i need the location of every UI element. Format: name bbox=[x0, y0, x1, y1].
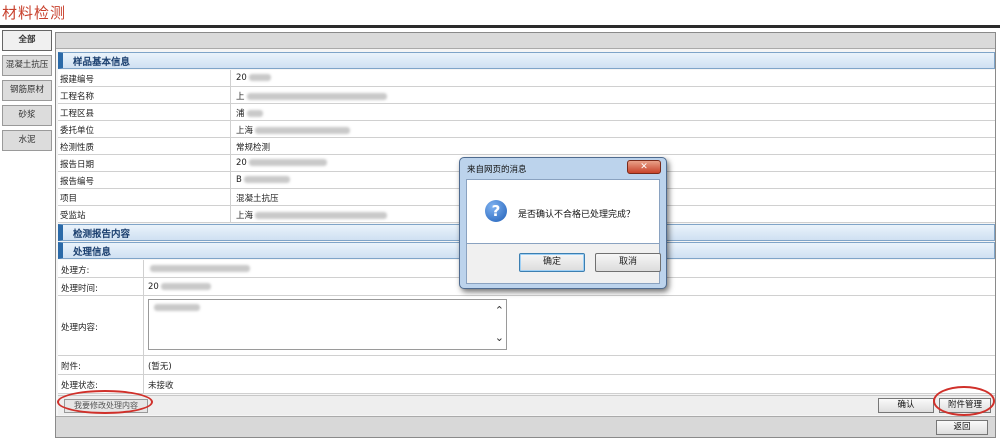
section-report-content-title: 检测报告内容 bbox=[73, 229, 131, 240]
status-label: 处理状态: bbox=[61, 381, 98, 391]
info-value: B bbox=[236, 175, 242, 185]
info-label: 受监站 bbox=[60, 211, 86, 221]
attachment-manage-button[interactable]: 附件管理 bbox=[939, 398, 991, 413]
handler-label: 处理方: bbox=[61, 266, 90, 276]
info-value: 上海 bbox=[236, 211, 254, 221]
process-row-status: 处理状态: 未接收 bbox=[58, 375, 995, 394]
time-label: 处理时间: bbox=[61, 284, 98, 294]
info-label: 报告日期 bbox=[60, 160, 95, 170]
info-value: 浦 bbox=[236, 109, 245, 119]
info-value: 上 bbox=[236, 92, 245, 102]
info-label: 检测性质 bbox=[60, 143, 95, 153]
info-label: 报告编号 bbox=[60, 177, 95, 187]
info-label: 委托单位 bbox=[60, 126, 95, 136]
section-basic-info-title: 样品基本信息 bbox=[73, 57, 131, 68]
chevron-up-icon[interactable]: ⌃ bbox=[495, 305, 504, 316]
handler-value bbox=[148, 264, 250, 274]
tab-all[interactable]: 全部 bbox=[2, 30, 52, 51]
attachment-label: 附件: bbox=[61, 362, 81, 372]
close-icon[interactable]: ✕ bbox=[627, 160, 661, 174]
confirm-dialog: 来自网页的消息 ✕ ? 是否确认不合格已处理完成？ 确定 取消 bbox=[459, 157, 667, 289]
info-row-client: 委托单位 上海 bbox=[58, 121, 995, 138]
question-icon: ? bbox=[485, 200, 507, 222]
dialog-cancel-button[interactable]: 取消 bbox=[595, 253, 661, 272]
info-row-project-name: 工程名称 上 bbox=[58, 87, 995, 104]
info-row-district: 工程区县 浦 bbox=[58, 104, 995, 121]
tab-concrete-compression[interactable]: 混凝土抗压 bbox=[2, 55, 52, 76]
modify-content-button[interactable]: 我要修改处理内容 bbox=[64, 399, 148, 413]
header-divider bbox=[0, 25, 1000, 28]
dialog-message: 是否确认不合格已处理完成？ bbox=[518, 210, 636, 220]
chevron-down-icon[interactable]: ⌄ bbox=[495, 332, 504, 343]
info-label: 工程区县 bbox=[60, 109, 95, 119]
section-process-info-title: 处理信息 bbox=[73, 247, 112, 258]
process-row-attachment: 附件: (暂无) bbox=[58, 356, 995, 375]
info-label: 工程名称 bbox=[60, 92, 95, 102]
dialog-title: 来自网页的消息 bbox=[467, 165, 527, 175]
dialog-footer: 确定 取消 bbox=[466, 244, 661, 284]
app-title: 材料检测 bbox=[2, 4, 67, 22]
panel-toolbar bbox=[56, 33, 995, 49]
info-value: 20 bbox=[236, 158, 247, 168]
attachment-value: (暂无) bbox=[148, 362, 172, 372]
content-label: 处理内容: bbox=[61, 323, 98, 333]
panel-footer: 返回 bbox=[56, 416, 995, 437]
tab-cement[interactable]: 水泥 bbox=[2, 130, 52, 151]
info-label: 项目 bbox=[60, 194, 78, 204]
tab-rebar[interactable]: 钢筋原材 bbox=[2, 80, 52, 101]
process-content-textarea[interactable]: ⌃ ⌄ bbox=[148, 299, 507, 350]
back-button[interactable]: 返回 bbox=[936, 420, 988, 435]
info-row-registration-no: 报建编号 20 bbox=[58, 70, 995, 87]
category-tabs: 全部 混凝土抗压 钢筋原材 砂浆 水泥 bbox=[0, 28, 54, 440]
info-value: 常规检测 bbox=[236, 143, 271, 153]
dialog-body: ? 是否确认不合格已处理完成？ bbox=[466, 179, 660, 244]
info-value: 上海 bbox=[236, 126, 254, 136]
action-bar: 我要修改处理内容 确认 附件管理 bbox=[58, 395, 995, 415]
info-label: 报建编号 bbox=[60, 75, 95, 85]
status-value: 未接收 bbox=[148, 381, 174, 391]
process-row-content: 处理内容: ⌃ ⌄ bbox=[58, 296, 995, 356]
info-value: 混凝土抗压 bbox=[236, 194, 279, 204]
confirm-button[interactable]: 确认 bbox=[878, 398, 934, 413]
info-value: 20 bbox=[236, 73, 247, 83]
time-value: 20 bbox=[148, 282, 159, 292]
tab-mortar[interactable]: 砂浆 bbox=[2, 105, 52, 126]
info-row-inspection-type: 检测性质 常规检测 bbox=[58, 138, 995, 155]
section-basic-info: 样品基本信息 bbox=[58, 52, 995, 69]
dialog-ok-button[interactable]: 确定 bbox=[519, 253, 585, 272]
